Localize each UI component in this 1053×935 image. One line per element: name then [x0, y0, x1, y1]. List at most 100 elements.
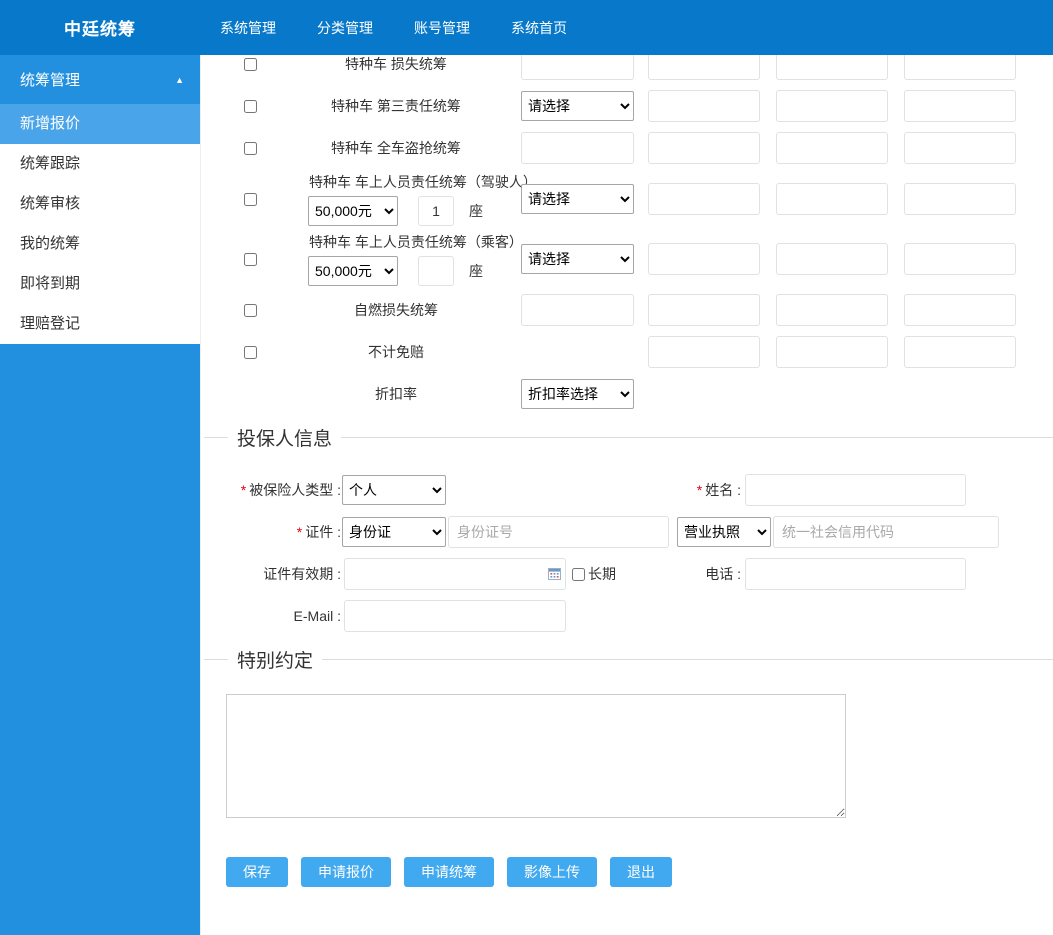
premium-input[interactable] — [648, 243, 760, 275]
premium-input[interactable] — [776, 243, 888, 275]
coverage-checkbox-driver[interactable] — [244, 193, 257, 206]
premium-input[interactable] — [904, 336, 1016, 368]
coverage-label: 特种车 全车盗抢统筹 — [271, 138, 521, 158]
premium-input[interactable] — [904, 294, 1016, 326]
sidebar-item-review[interactable]: 统筹审核 — [0, 184, 200, 224]
sidebar-item-expiring[interactable]: 即将到期 — [0, 264, 200, 304]
premium-input[interactable] — [648, 294, 760, 326]
sidebar-item-mine[interactable]: 我的统筹 — [0, 224, 200, 264]
coverage-amount-input[interactable] — [521, 55, 634, 80]
premium-input[interactable] — [904, 132, 1016, 164]
coverage-row-theft: 特种车 全车盗抢统筹 — [244, 132, 1053, 164]
premium-input[interactable] — [776, 132, 888, 164]
applicant-row-cert: *证件 : 身份证 营业执照 — [226, 516, 1053, 548]
nav-item-account[interactable]: 账号管理 — [414, 18, 470, 38]
premium-input[interactable] — [648, 55, 760, 80]
premium-input[interactable] — [776, 90, 888, 122]
special-section-title: 特别约定 — [228, 646, 322, 673]
premium-input[interactable] — [904, 183, 1016, 215]
main-content: 特种车 损失统筹 特种车 第三责任统筹 请选择 特种车 全车盗抢统筹 — [200, 55, 1053, 935]
coverage-row-driver: 特种车 车上人员责任统筹（驾驶人） 50,000元 座 请选择 — [244, 174, 1053, 224]
coverage-checkbox-passenger[interactable] — [244, 253, 257, 266]
coverage-form: 特种车 损失统筹 特种车 第三责任统筹 请选择 特种车 全车盗抢统筹 — [201, 55, 1053, 410]
coverage-limit-select[interactable]: 请选择 — [521, 184, 634, 214]
email-input[interactable] — [344, 600, 566, 632]
coverage-person-cell: 特种车 车上人员责任统筹（乘客） 50,000元 座 — [271, 232, 521, 286]
validity-label: 证件有效期 : — [226, 564, 341, 584]
premium-input[interactable] — [648, 90, 760, 122]
coverage-limit-select[interactable]: 请选择 — [521, 91, 634, 121]
calendar-icon[interactable] — [548, 567, 561, 580]
nav-item-home[interactable]: 系统首页 — [511, 18, 567, 38]
org-cert-type-select[interactable]: 营业执照 — [677, 517, 771, 547]
applicant-row-type-name: *被保险人类型 : 个人 *姓名 : — [226, 474, 1053, 506]
coverage-label: 特种车 车上人员责任统筹（驾驶人） — [309, 172, 521, 192]
applicant-form: *被保险人类型 : 个人 *姓名 : *证件 : 身份证 营业执照 证件有效期 … — [201, 474, 1053, 632]
premium-input[interactable] — [648, 336, 760, 368]
nav-item-system[interactable]: 系统管理 — [220, 18, 276, 38]
coverage-row-discount: 折扣率 折扣率选择 — [244, 378, 1053, 410]
applicant-section-title: 投保人信息 — [228, 424, 341, 451]
coverage-amount-input[interactable] — [521, 132, 634, 164]
top-nav: 系统管理 分类管理 账号管理 系统首页 — [220, 18, 567, 38]
coverage-row-passenger: 特种车 车上人员责任统筹（乘客） 50,000元 座 请选择 — [244, 234, 1053, 284]
name-input[interactable] — [745, 474, 966, 506]
coverage-checkbox-theft[interactable] — [244, 142, 257, 155]
discount-rate-select[interactable]: 折扣率选择 — [521, 379, 634, 409]
insured-type-label: *被保险人类型 : — [226, 480, 341, 500]
name-label: *姓名 : — [446, 480, 741, 500]
sidebar-item-new-quote[interactable]: 新增报价 — [0, 104, 200, 144]
premium-input[interactable] — [776, 183, 888, 215]
premium-input[interactable] — [776, 55, 888, 80]
coverage-row-no-deductible: 不计免赔 — [244, 336, 1053, 368]
coverage-checkbox-combustion[interactable] — [244, 304, 257, 317]
coverage-row-third-party: 特种车 第三责任统筹 请选择 — [244, 90, 1053, 122]
driver-amount-select[interactable]: 50,000元 — [308, 196, 398, 226]
coverage-checkbox-no-deductible[interactable] — [244, 346, 257, 359]
coverage-label: 自燃损失统筹 — [271, 300, 521, 320]
image-upload-button[interactable]: 影像上传 — [507, 857, 597, 887]
coverage-checkbox-third-party[interactable] — [244, 100, 257, 113]
request-overall-button[interactable]: 申请统筹 — [404, 857, 494, 887]
coverage-limit-select[interactable]: 请选择 — [521, 244, 634, 274]
driver-seat-count-input[interactable] — [418, 196, 454, 226]
chevron-up-icon: ▲ — [175, 75, 184, 85]
premium-input[interactable] — [648, 183, 760, 215]
coverage-label: 不计免赔 — [271, 342, 521, 362]
phone-label: 电话 : — [616, 564, 741, 584]
app-logo: 中廷统筹 — [0, 15, 200, 40]
coverage-person-cell: 特种车 车上人员责任统筹（驾驶人） 50,000元 座 — [271, 172, 521, 226]
premium-input[interactable] — [904, 90, 1016, 122]
coverage-label: 特种车 第三责任统筹 — [271, 96, 521, 116]
save-button[interactable]: 保存 — [226, 857, 288, 887]
coverage-row-loss: 特种车 损失统筹 — [244, 55, 1053, 80]
request-quote-button[interactable]: 申请报价 — [301, 857, 391, 887]
special-agreement-textarea[interactable] — [226, 694, 846, 818]
sidebar-menu: 统筹跟踪 统筹审核 我的统筹 即将到期 理赔登记 — [0, 144, 200, 344]
cert-label: *证件 : — [226, 522, 341, 542]
coverage-amount-input[interactable] — [521, 294, 634, 326]
premium-input[interactable] — [776, 336, 888, 368]
exit-button[interactable]: 退出 — [610, 857, 672, 887]
phone-input[interactable] — [745, 558, 966, 590]
seat-unit-label: 座 — [469, 261, 483, 281]
sidebar-item-tracking[interactable]: 统筹跟踪 — [0, 144, 200, 184]
sidebar-item-claims[interactable]: 理赔登记 — [0, 304, 200, 344]
premium-input[interactable] — [904, 55, 1016, 80]
premium-input[interactable] — [904, 243, 1016, 275]
org-credit-code-input[interactable] — [773, 516, 999, 548]
premium-input[interactable] — [776, 294, 888, 326]
cert-number-input[interactable] — [448, 516, 669, 548]
passenger-seat-count-input[interactable] — [418, 256, 454, 286]
nav-item-category[interactable]: 分类管理 — [317, 18, 373, 38]
sidebar-section-overall-management[interactable]: 统筹管理 ▲ — [0, 55, 200, 104]
coverage-checkbox-loss[interactable] — [244, 58, 257, 71]
sidebar: 统筹管理 ▲ 新增报价 统筹跟踪 统筹审核 我的统筹 即将到期 理赔登记 — [0, 55, 200, 935]
premium-input[interactable] — [648, 132, 760, 164]
passenger-amount-select[interactable]: 50,000元 — [308, 256, 398, 286]
insured-type-select[interactable]: 个人 — [342, 475, 446, 505]
cert-type-select[interactable]: 身份证 — [342, 517, 446, 547]
email-label: E-Mail : — [226, 608, 341, 624]
longterm-checkbox[interactable] — [572, 568, 585, 581]
validity-date-input[interactable] — [344, 558, 566, 590]
